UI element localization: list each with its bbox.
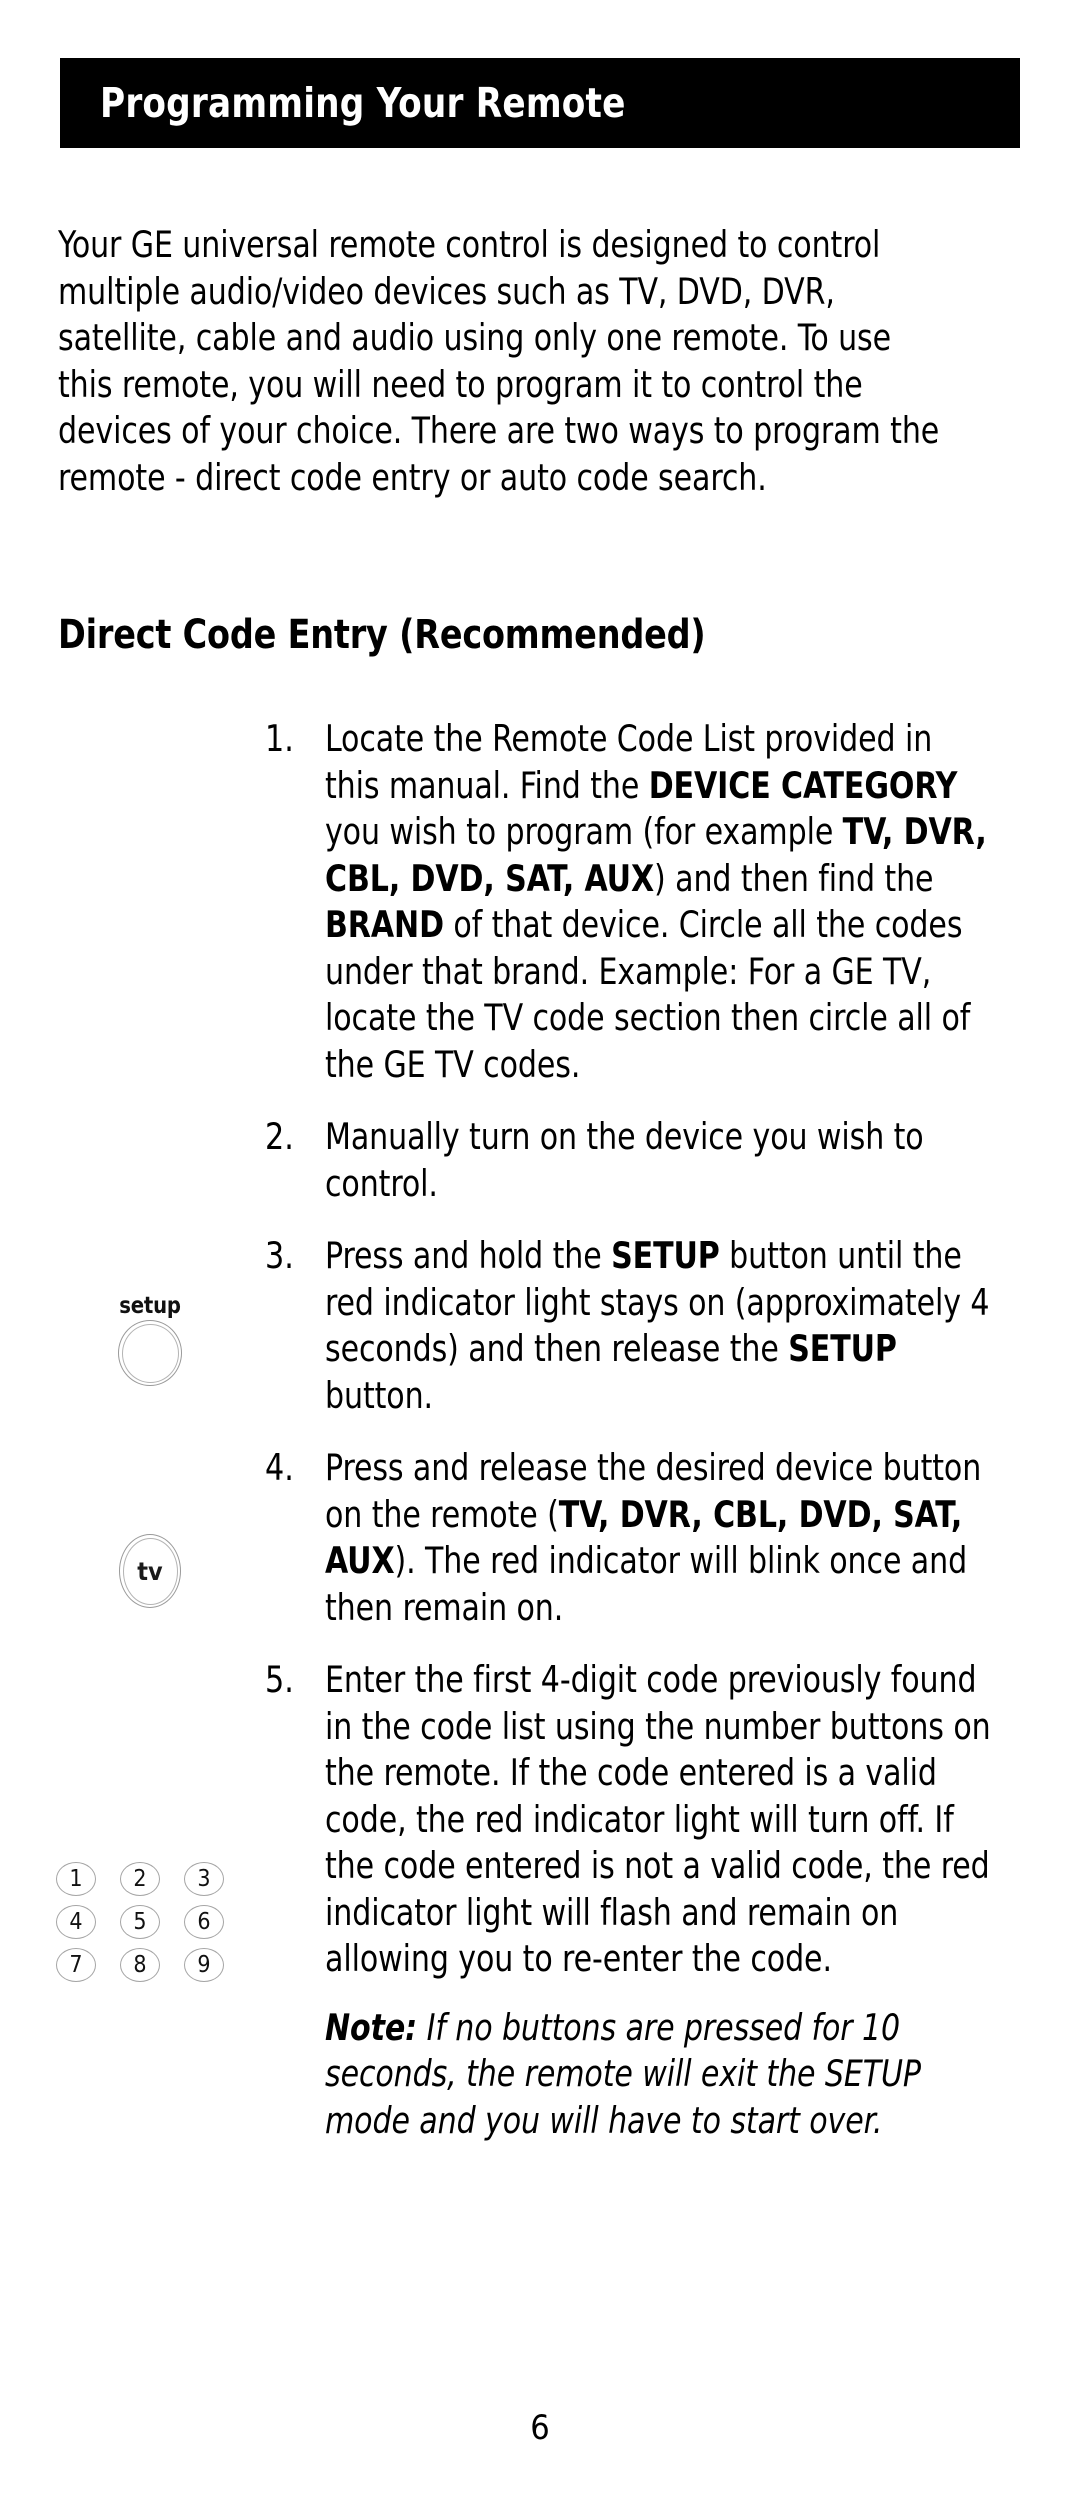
keypad-key-8: 8 <box>120 1948 160 1982</box>
keypad-key-6: 6 <box>184 1905 224 1939</box>
list-item: 5. Enter the first 4-digit code previous… <box>265 1657 1055 2144</box>
keypad-key-3: 3 <box>184 1862 224 1896</box>
note-text: Note: If no buttons are pressed for 10 s… <box>325 2005 921 2142</box>
keypad-key-7: 7 <box>56 1948 96 1982</box>
step-number: 1. <box>265 717 294 760</box>
step-text: Locate the Remote Code List provided in … <box>325 717 987 1086</box>
setup-button-icon <box>118 1320 182 1386</box>
intro-paragraph: Your GE universal remote control is desi… <box>58 223 940 499</box>
page-header-banner: Programming Your Remote <box>60 58 1020 148</box>
keypad-row: 7 8 9 <box>56 1948 246 1982</box>
steps-list: 1. Locate the Remote Code List provided … <box>265 716 1055 2170</box>
keypad-row: 1 2 3 <box>56 1862 246 1896</box>
list-item: 4. Press and release the desired device … <box>265 1445 1055 1631</box>
page-title: Programming Your Remote <box>100 79 626 127</box>
step-number: 3. <box>265 1234 294 1277</box>
step-text: Manually turn on the device you wish to … <box>325 1115 924 1205</box>
list-item: 2. Manually turn on the device you wish … <box>265 1114 1055 1207</box>
keypad-row: 4 5 6 <box>56 1905 246 1939</box>
step-number: 4. <box>265 1446 294 1489</box>
manual-page: Programming Your Remote Your GE universa… <box>0 0 1080 2519</box>
keypad-key-9: 9 <box>184 1948 224 1982</box>
step-text: Press and hold the SETUP button until th… <box>325 1234 990 1417</box>
list-item: 1. Locate the Remote Code List provided … <box>265 716 1055 1088</box>
setup-button-label: setup <box>119 1293 181 1319</box>
keypad-key-2: 2 <box>120 1862 160 1896</box>
keypad-key-5: 5 <box>120 1905 160 1939</box>
step-text: Enter the first 4-digit code previously … <box>325 1658 991 1980</box>
tv-button-illustration: tv <box>96 1534 204 1644</box>
keypad-key-1: 1 <box>56 1862 96 1896</box>
tv-button-label: tv <box>137 1556 163 1586</box>
setup-button-illustration: setup <box>96 1294 204 1414</box>
list-item: 3. Press and hold the SETUP button until… <box>265 1233 1055 1419</box>
step-text: Press and release the desired device but… <box>325 1446 982 1629</box>
page-number: 6 <box>530 2408 550 2448</box>
section-heading: Direct Code Entry (Recommended) <box>58 612 706 658</box>
keypad-key-4: 4 <box>56 1905 96 1939</box>
number-keypad-illustration: 1 2 3 4 5 6 7 8 9 <box>56 1862 246 1991</box>
step-number: 5. <box>265 1658 294 1701</box>
tv-button-icon: tv <box>119 1534 181 1608</box>
step-number: 2. <box>265 1115 294 1158</box>
